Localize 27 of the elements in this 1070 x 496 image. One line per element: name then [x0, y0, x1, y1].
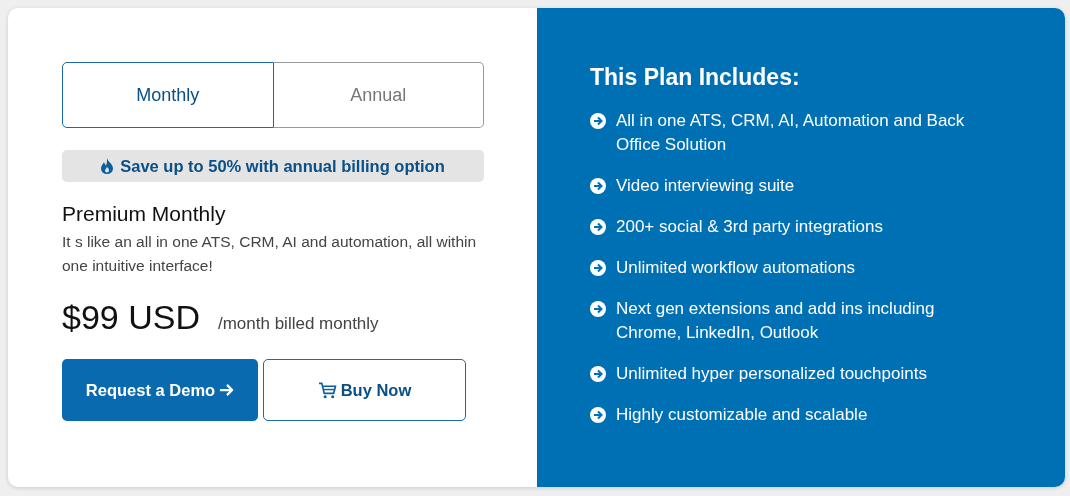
- demo-button[interactable]: Request a Demo: [62, 359, 258, 421]
- feature-text: Next gen extensions and add ins including Chrome, LinkedIn, Outlook: [616, 298, 936, 344]
- savings-text: Save up to 50% with annual billing option: [120, 156, 445, 176]
- arrow-circle-icon: [590, 260, 606, 276]
- billing-period: /month billed monthly: [217, 314, 379, 334]
- arrow-circle-icon: [590, 113, 606, 129]
- feature-text: All in one ATS, CRM, AI, Automation and Back Office Solution: [616, 110, 966, 156]
- feature-text: 200+ social & 3rd party integrations: [616, 216, 884, 238]
- price: $99 USD: [62, 298, 200, 337]
- arrow-icon: [219, 383, 235, 397]
- feature-text: Unlimited hyper personalized touchpoints: [616, 363, 928, 385]
- arrow-circle-icon: [590, 178, 606, 194]
- feature-text: Video interviewing suite: [616, 175, 796, 197]
- plan-description: It s like an all in one ATS, CRM, AI and automation, all within one intuitive interface!: [62, 232, 478, 276]
- plan-name: Premium Monthly: [62, 202, 227, 226]
- billing-tab[interactable]: Monthly: [62, 62, 274, 128]
- flame-icon: [101, 158, 114, 174]
- arrow-circle-icon: [590, 301, 606, 317]
- feature-text: Highly customizable and scalable: [616, 404, 869, 426]
- feature-text: Unlimited workflow automations: [616, 257, 857, 279]
- cart-icon: [317, 381, 337, 399]
- arrow-circle-icon: [590, 219, 606, 235]
- billing-tab[interactable]: Annual: [273, 62, 484, 128]
- arrow-circle-icon: [590, 407, 606, 423]
- buy-button[interactable]: Buy Now: [263, 359, 466, 421]
- features-heading: This Plan Includes:: [590, 64, 801, 91]
- arrow-circle-icon: [590, 366, 606, 382]
